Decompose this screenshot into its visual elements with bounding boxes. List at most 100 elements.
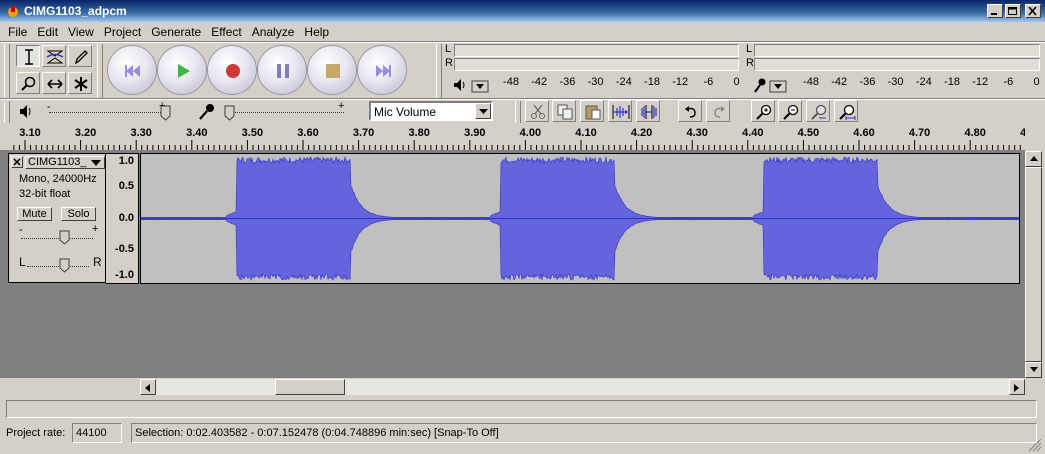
- output-volume-slider[interactable]: - +: [45, 100, 175, 123]
- app-icon: [8, 6, 18, 17]
- output-volume-icon: [20, 105, 31, 118]
- scroll-left-button[interactable]: [140, 379, 156, 395]
- menu-project[interactable]: Project: [99, 25, 146, 39]
- scroll-up-button[interactable]: [1025, 151, 1042, 167]
- record-meter-tick-label: -18: [944, 76, 960, 88]
- chevron-down-icon: [91, 160, 101, 166]
- horizontal-scrollbar[interactable]: [140, 379, 1025, 395]
- waveform: [140, 155, 1020, 281]
- ruler-tick-label: 3.10: [19, 127, 41, 139]
- skip-to-end-button[interactable]: [357, 45, 407, 95]
- record-button[interactable]: [207, 45, 257, 95]
- menu-view[interactable]: View: [63, 25, 99, 39]
- trim-button[interactable]: [608, 100, 632, 122]
- fit-selection-button[interactable]: [806, 100, 830, 122]
- scroll-down-button[interactable]: [1025, 362, 1042, 378]
- playback-meter-tick-label: -42: [531, 76, 548, 88]
- transport-grip[interactable]: [97, 44, 103, 98]
- resize-grip-icon[interactable]: [1028, 438, 1042, 452]
- zoom-fit-icon: [839, 104, 856, 120]
- chevron-down-icon[interactable]: [475, 103, 491, 119]
- track-sample-format: 32-bit float: [19, 188, 71, 200]
- mixer-grip[interactable]: [4, 101, 10, 123]
- arrow-left-icon: [145, 384, 150, 392]
- draw-tool-button[interactable]: [68, 45, 92, 67]
- vertical-scroll-thumb[interactable]: [1025, 167, 1042, 362]
- skip-end-icon: [376, 65, 391, 77]
- track-name-menu[interactable]: CIMG1103_: [25, 156, 105, 169]
- zoom-out-button[interactable]: [778, 100, 802, 122]
- fit-project-button[interactable]: [834, 100, 858, 122]
- tools-grip[interactable]: [4, 44, 10, 98]
- selection-status: Selection: 0:02.403582 - 0:07.152478 (0:…: [131, 423, 1037, 443]
- track-close-button[interactable]: [11, 156, 23, 168]
- close-button[interactable]: [1025, 4, 1041, 18]
- menu-generate[interactable]: Generate: [146, 25, 206, 39]
- input-source-select[interactable]: Mic Volume: [369, 101, 493, 121]
- menu-effect[interactable]: Effect: [206, 25, 246, 39]
- record-meter-tick-label: 0: [1033, 76, 1040, 88]
- copy-button[interactable]: [552, 100, 576, 122]
- redo-icon: [714, 106, 725, 118]
- playback-meter-tick-label: -36: [559, 76, 576, 88]
- zoom-in-button[interactable]: [751, 100, 775, 122]
- ruler-tick-label: 3.60: [297, 127, 319, 139]
- pause-button[interactable]: [257, 45, 307, 95]
- cut-button[interactable]: [525, 100, 549, 122]
- input-volume-slider[interactable]: - +: [222, 100, 352, 123]
- record-left-meter: [754, 44, 1040, 57]
- selection-tool-button[interactable]: [16, 45, 40, 67]
- menu-analyze[interactable]: Analyze: [247, 25, 300, 39]
- timeline-ruler[interactable]: 3.10 3.20 3.30 3.40 3.50 3.60 3.70 3.80 3.90 4.00…: [0, 127, 1025, 151]
- slider-thumb-icon[interactable]: [160, 105, 172, 121]
- waveform-display[interactable]: [140, 153, 1020, 284]
- slider-thumb-icon[interactable]: [59, 258, 71, 273]
- scissors-icon: [531, 104, 545, 119]
- zoom-tool-button[interactable]: [16, 72, 40, 94]
- silence-button[interactable]: [636, 100, 660, 122]
- scroll-right-button[interactable]: [1009, 379, 1025, 395]
- horizontal-scroll-thumb[interactable]: [275, 379, 345, 395]
- stop-button[interactable]: [307, 45, 357, 95]
- solo-button[interactable]: Solo: [61, 207, 96, 221]
- amplitude-ruler: 1.0 0.5 0.0 -0.5 -1.0: [106, 153, 139, 284]
- ruler-tick-label: 4.40: [742, 127, 764, 139]
- envelope-tool-button[interactable]: [42, 45, 66, 67]
- paste-button[interactable]: [580, 100, 604, 122]
- ruler-tick-label: 3.80: [408, 127, 430, 139]
- envelope-icon: [46, 50, 64, 64]
- undo-button[interactable]: [678, 100, 702, 122]
- project-rate-field[interactable]: 44100: [72, 423, 122, 443]
- multi-tool-button[interactable]: [68, 72, 92, 94]
- edit-grip[interactable]: [515, 101, 521, 123]
- minimize-button[interactable]: [987, 4, 1003, 18]
- slider-thumb-icon[interactable]: [224, 105, 236, 121]
- copy-icon: [557, 104, 573, 120]
- zoom-selection-icon: [811, 104, 827, 120]
- menu-file[interactable]: File: [3, 25, 32, 39]
- menu-edit[interactable]: Edit: [32, 25, 63, 39]
- vertical-scrollbar[interactable]: [1025, 151, 1042, 378]
- playback-meter-tick-label: -48: [503, 76, 519, 88]
- gain-slider[interactable]: - +: [17, 223, 98, 246]
- record-meter-tick-label: -42: [831, 76, 848, 88]
- redo-button[interactable]: [706, 100, 730, 122]
- skip-to-start-button[interactable]: [107, 45, 157, 95]
- playback-left-label: L: [445, 43, 452, 55]
- zoom-out-icon: [783, 104, 799, 120]
- microphone-menu-icon[interactable]: [752, 77, 792, 95]
- ruler-tick-label: 4.70: [908, 127, 931, 139]
- play-button[interactable]: [157, 45, 207, 95]
- playback-meter-tick-label: -30: [587, 76, 604, 88]
- speaker-menu-icon[interactable]: [452, 77, 494, 95]
- slider-thumb-icon[interactable]: [59, 230, 71, 245]
- playback-right-label: R: [445, 57, 453, 69]
- timeshift-tool-button[interactable]: [42, 72, 66, 94]
- menu-help[interactable]: Help: [299, 25, 334, 39]
- pan-slider[interactable]: L R: [17, 254, 102, 274]
- playback-meter-tick-label: -24: [615, 76, 632, 88]
- maximize-button[interactable]: [1005, 4, 1021, 18]
- mute-button[interactable]: Mute: [17, 207, 52, 221]
- meter-grip[interactable]: [436, 44, 442, 98]
- ruler-tick-label: 3.70: [352, 127, 375, 139]
